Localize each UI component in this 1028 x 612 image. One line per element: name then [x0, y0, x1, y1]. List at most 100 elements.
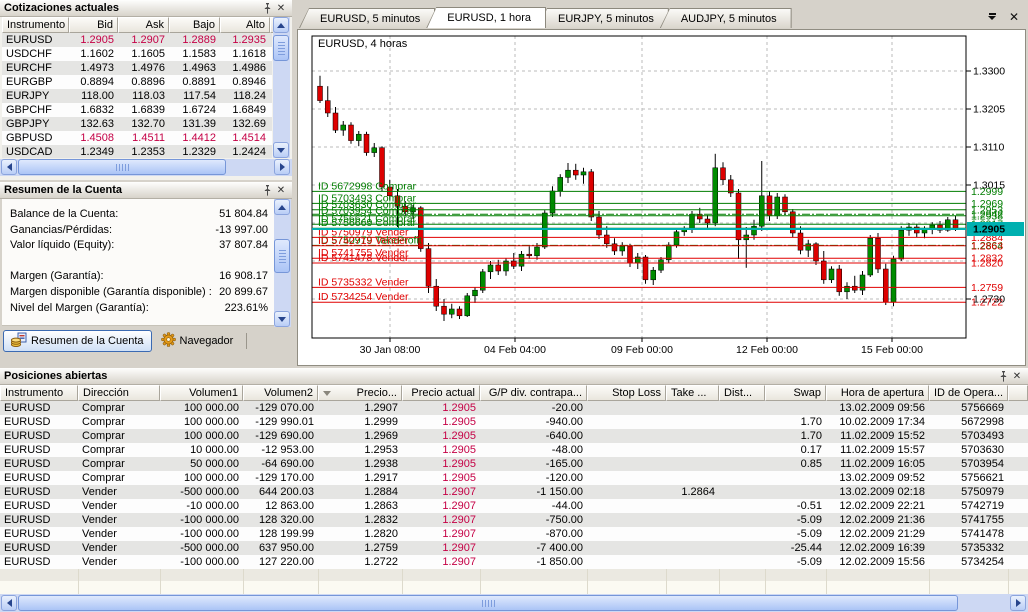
- position-open-time: 13.02.2009 02:18: [826, 485, 929, 499]
- svg-text:15 Feb 00:00: 15 Feb 00:00: [861, 344, 923, 356]
- positions-column-header[interactable]: Dirección: [78, 385, 160, 401]
- scroll-up-icon[interactable]: [273, 17, 289, 33]
- quote-row[interactable]: GBPUSD1.45081.45111.44121.4514: [2, 131, 272, 145]
- positions-column-header[interactable]: Swap: [765, 385, 826, 401]
- position-open-time: 12.02.2009 21:36: [826, 513, 929, 527]
- positions-column-header[interactable]: Volumen1: [160, 385, 243, 401]
- scroll-left-icon[interactable]: [1, 159, 17, 175]
- quote-value: 1.1605: [118, 47, 169, 61]
- position-swap: -25.44: [765, 541, 826, 555]
- chart-body: ID 5672998 Comprar1.2999ID 5703493 Compr…: [297, 29, 1026, 366]
- quote-value: 1.2907: [118, 33, 169, 47]
- svg-text:30 Jan 08:00: 30 Jan 08:00: [360, 344, 421, 356]
- svg-text:1.2730: 1.2730: [973, 294, 1005, 306]
- account-titlebar: Resumen de la Cuenta ✕: [0, 182, 292, 199]
- position-row[interactable]: EURUSDComprar10 000.00-12 953.001.29531.…: [0, 443, 1028, 457]
- position-row[interactable]: EURUSDVender-100 000.00127 220.001.27221…: [0, 555, 1028, 569]
- position-instrument: EURUSD: [0, 443, 78, 457]
- position-direction: Comprar: [78, 415, 160, 429]
- quote-value: 1.6839: [118, 103, 169, 117]
- candlestick-chart[interactable]: ID 5672998 Comprar1.2999ID 5703493 Compr…: [298, 30, 1025, 365]
- position-row[interactable]: EURUSDVender-100 000.00128 320.001.28321…: [0, 513, 1028, 527]
- scroll-down-icon[interactable]: [273, 142, 289, 158]
- position-order-id: 5703954: [929, 457, 1008, 471]
- quotes-column-header[interactable]: Alto: [220, 17, 270, 33]
- position-volume2: 644 200.03: [243, 485, 318, 499]
- account-tab-navegador[interactable]: Navegador: [154, 330, 241, 352]
- quote-row[interactable]: GBPJPY132.63132.70131.39132.69: [2, 117, 272, 131]
- close-icon[interactable]: ✕: [1010, 370, 1024, 383]
- chart-tab-2[interactable]: EURUSD, 1 hora: [426, 7, 546, 28]
- scroll-right-icon[interactable]: [1010, 595, 1026, 611]
- quotes-column-header[interactable]: Bid: [69, 17, 118, 33]
- positions-column-header[interactable]: Precio actual: [402, 385, 480, 401]
- column-separator: [587, 569, 588, 594]
- positions-column-header[interactable]: Precio...: [318, 385, 402, 401]
- close-icon[interactable]: ✕: [274, 184, 288, 197]
- account-vscroll-thumb[interactable]: [274, 239, 290, 273]
- positions-hscrollbar[interactable]: [0, 594, 1028, 612]
- quote-row[interactable]: USDCHF1.16021.16051.15831.1618: [2, 47, 272, 61]
- positions-column-header[interactable]: Stop Loss: [587, 385, 666, 401]
- window-menu-icon[interactable]: [984, 9, 1000, 24]
- svg-text:04 Feb 04:00: 04 Feb 04:00: [484, 344, 546, 356]
- pin-icon[interactable]: [260, 2, 274, 15]
- positions-column-header[interactable]: Dist...: [719, 385, 765, 401]
- quote-row[interactable]: GBPCHF1.68321.68391.67241.6849: [2, 103, 272, 117]
- quotes-hscroll-thumb[interactable]: [18, 159, 226, 175]
- quotes-vscroll-thumb[interactable]: [273, 35, 289, 61]
- account-row: Nivel del Margen (Garantía):223.61%: [10, 301, 268, 317]
- pin-icon[interactable]: [996, 370, 1010, 383]
- quote-row[interactable]: EURUSD1.29051.29071.28891.2935: [2, 33, 272, 47]
- account-tab-resumen[interactable]: Resumen de la Cuenta: [3, 330, 152, 352]
- position-stoploss: [587, 555, 666, 569]
- quote-row[interactable]: EURJPY118.00118.03117.54118.24: [2, 89, 272, 103]
- positions-hscroll-thumb[interactable]: [18, 595, 958, 611]
- positions-column-header[interactable]: Hora de apertura: [826, 385, 929, 401]
- position-row[interactable]: EURUSDComprar100 000.00-129 170.001.2917…: [0, 471, 1028, 485]
- position-current-price: 1.2907: [402, 499, 480, 513]
- scroll-right-icon[interactable]: [274, 159, 290, 175]
- position-direction: Vender: [78, 555, 160, 569]
- positions-column-header[interactable]: ID de Opera...: [929, 385, 1008, 401]
- scroll-left-icon[interactable]: [1, 595, 17, 611]
- chart-tab-1[interactable]: EURUSD, 5 minutos: [299, 8, 435, 28]
- quote-row[interactable]: EURCHF1.49731.49761.49631.4986: [2, 61, 272, 75]
- position-row[interactable]: EURUSDVender-100 000.00128 199.991.28201…: [0, 527, 1028, 541]
- quote-row[interactable]: EURGBP0.88940.88960.88910.8946: [2, 75, 272, 89]
- position-row[interactable]: EURUSDComprar100 000.00-129 690.001.2969…: [0, 429, 1028, 443]
- close-icon[interactable]: ✕: [1006, 9, 1022, 24]
- positions-column-header[interactable]: Instrumento: [0, 385, 78, 401]
- quotes-column-header[interactable]: Instrumento: [2, 17, 69, 33]
- position-row[interactable]: EURUSDVender-500 000.00637 950.001.27591…: [0, 541, 1028, 555]
- scroll-up-icon[interactable]: [274, 199, 290, 215]
- position-pl: -1 150.00: [480, 485, 587, 499]
- position-row[interactable]: EURUSDComprar50 000.00-64 690.001.29381.…: [0, 457, 1028, 471]
- positions-column-header[interactable]: Volumen2: [243, 385, 318, 401]
- position-row[interactable]: EURUSDComprar100 000.00-129 070.001.2907…: [0, 401, 1028, 415]
- chart-tab-4[interactable]: AUDJPY, 5 minutos: [660, 8, 792, 28]
- column-separator: [1008, 569, 1009, 594]
- position-volume2: 637 950.00: [243, 541, 318, 555]
- quotes-column-header[interactable]: Bajo: [169, 17, 220, 33]
- quote-row[interactable]: USDCAD1.23491.23531.23291.2424: [2, 145, 272, 158]
- position-volume2: -129 170.00: [243, 471, 318, 485]
- column-separator: [402, 569, 403, 594]
- account-vscrollbar[interactable]: [274, 199, 291, 327]
- position-row[interactable]: EURUSDVender-500 000.00644 200.031.28841…: [0, 485, 1028, 499]
- pin-icon[interactable]: [260, 184, 274, 197]
- position-row[interactable]: EURUSDVender-10 000.0012 863.001.28631.2…: [0, 499, 1028, 513]
- positions-column-header[interactable]: G/P div. contrapa...: [480, 385, 587, 401]
- chart-tab-3[interactable]: EURJPY, 5 minutos: [537, 8, 669, 28]
- position-swap: 0.85: [765, 457, 826, 471]
- close-icon[interactable]: ✕: [274, 2, 288, 15]
- quotes-column-header[interactable]: Ask: [118, 17, 169, 33]
- quotes-vscrollbar[interactable]: [273, 17, 290, 158]
- position-swap: -5.09: [765, 527, 826, 541]
- quotes-hscrollbar[interactable]: [0, 159, 292, 176]
- position-open-time: 10.02.2009 17:34: [826, 415, 929, 429]
- account-title: Resumen de la Cuenta: [4, 184, 122, 196]
- positions-column-header[interactable]: Take ...: [666, 385, 719, 401]
- scroll-down-icon[interactable]: [274, 311, 290, 327]
- position-row[interactable]: EURUSDComprar100 000.00-129 990.011.2999…: [0, 415, 1028, 429]
